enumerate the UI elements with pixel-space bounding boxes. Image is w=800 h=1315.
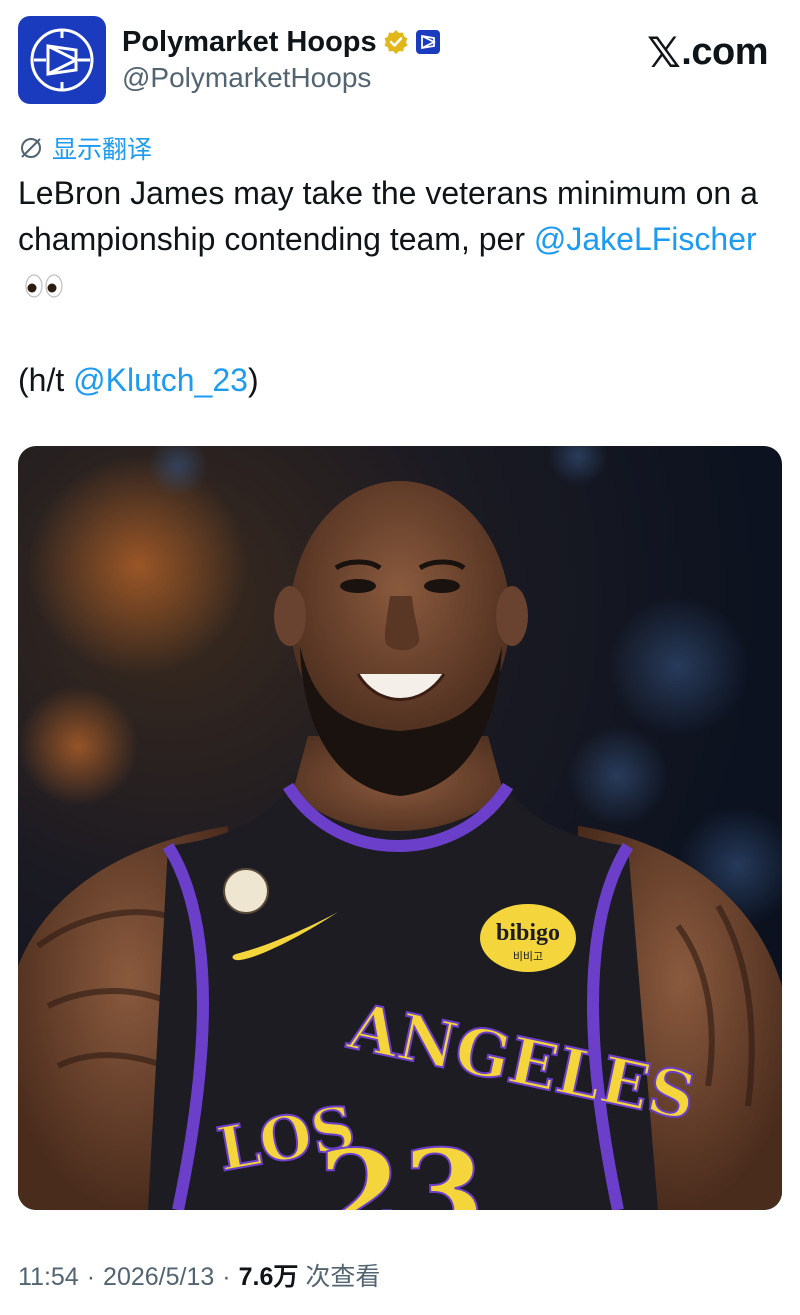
mention-klutch23[interactable]: @Klutch_23 bbox=[73, 362, 248, 398]
x-com-logo: 𝕏 .com bbox=[646, 28, 769, 77]
tweet-date[interactable]: 2026/5/13 bbox=[103, 1260, 214, 1294]
jersey-number-text: 23 bbox=[318, 1124, 485, 1210]
translate-globe-icon bbox=[21, 138, 41, 158]
views-count[interactable]: 7.6万 bbox=[239, 1263, 299, 1291]
tweet-time[interactable]: 11:54 bbox=[18, 1260, 79, 1294]
meta-separator: · bbox=[86, 1263, 96, 1291]
tweet-meta: 11:54 · 2026/5/13 · 7.6万 次查看 bbox=[18, 1260, 380, 1294]
translate-label[interactable]: 显示翻译 bbox=[52, 130, 152, 166]
polymarket-logo-icon bbox=[30, 28, 94, 92]
tweet-photo[interactable]: bibigo 비비고 LOS ANGELES 23 bbox=[18, 446, 782, 1210]
tweet-text: LeBron James may take the veterans minim… bbox=[18, 170, 788, 403]
patch-subtext: 비비고 bbox=[513, 950, 543, 963]
photo-illustration: bibigo 비비고 LOS ANGELES 23 bbox=[18, 446, 782, 1210]
translate-button[interactable]: 显示翻译 bbox=[18, 130, 152, 166]
views-label: 次查看 bbox=[305, 1263, 381, 1291]
ht-prefix: (h/t bbox=[18, 361, 74, 398]
eyes-emoji bbox=[24, 265, 64, 311]
memorial-patch-icon bbox=[223, 868, 269, 914]
polymarket-affiliate-badge-icon bbox=[415, 30, 440, 54]
mention-jakelfischer[interactable]: @JakeLFischer bbox=[534, 221, 757, 257]
ht-suffix: ) bbox=[247, 361, 259, 398]
x-com-label: .com bbox=[681, 31, 768, 73]
author-avatar[interactable] bbox=[18, 16, 106, 104]
tweet-paragraph-1: LeBron James may take the veterans minim… bbox=[18, 170, 788, 311]
meta-separator: · bbox=[222, 1263, 231, 1291]
gold-verified-badge-icon bbox=[384, 30, 408, 54]
author-handle[interactable]: @PolymarketHoops bbox=[122, 62, 371, 94]
bibigo-patch: bibigo 비비고 bbox=[480, 904, 576, 972]
patch-text: bibigo bbox=[496, 920, 560, 946]
x-logo-icon: 𝕏 bbox=[646, 28, 681, 77]
author-display-name[interactable]: Polymarket Hoops bbox=[122, 26, 377, 58]
tweet-paragraph-2: (h/t @Klutch_23) bbox=[18, 357, 788, 403]
author-name-row[interactable]: Polymarket Hoops bbox=[122, 26, 441, 58]
